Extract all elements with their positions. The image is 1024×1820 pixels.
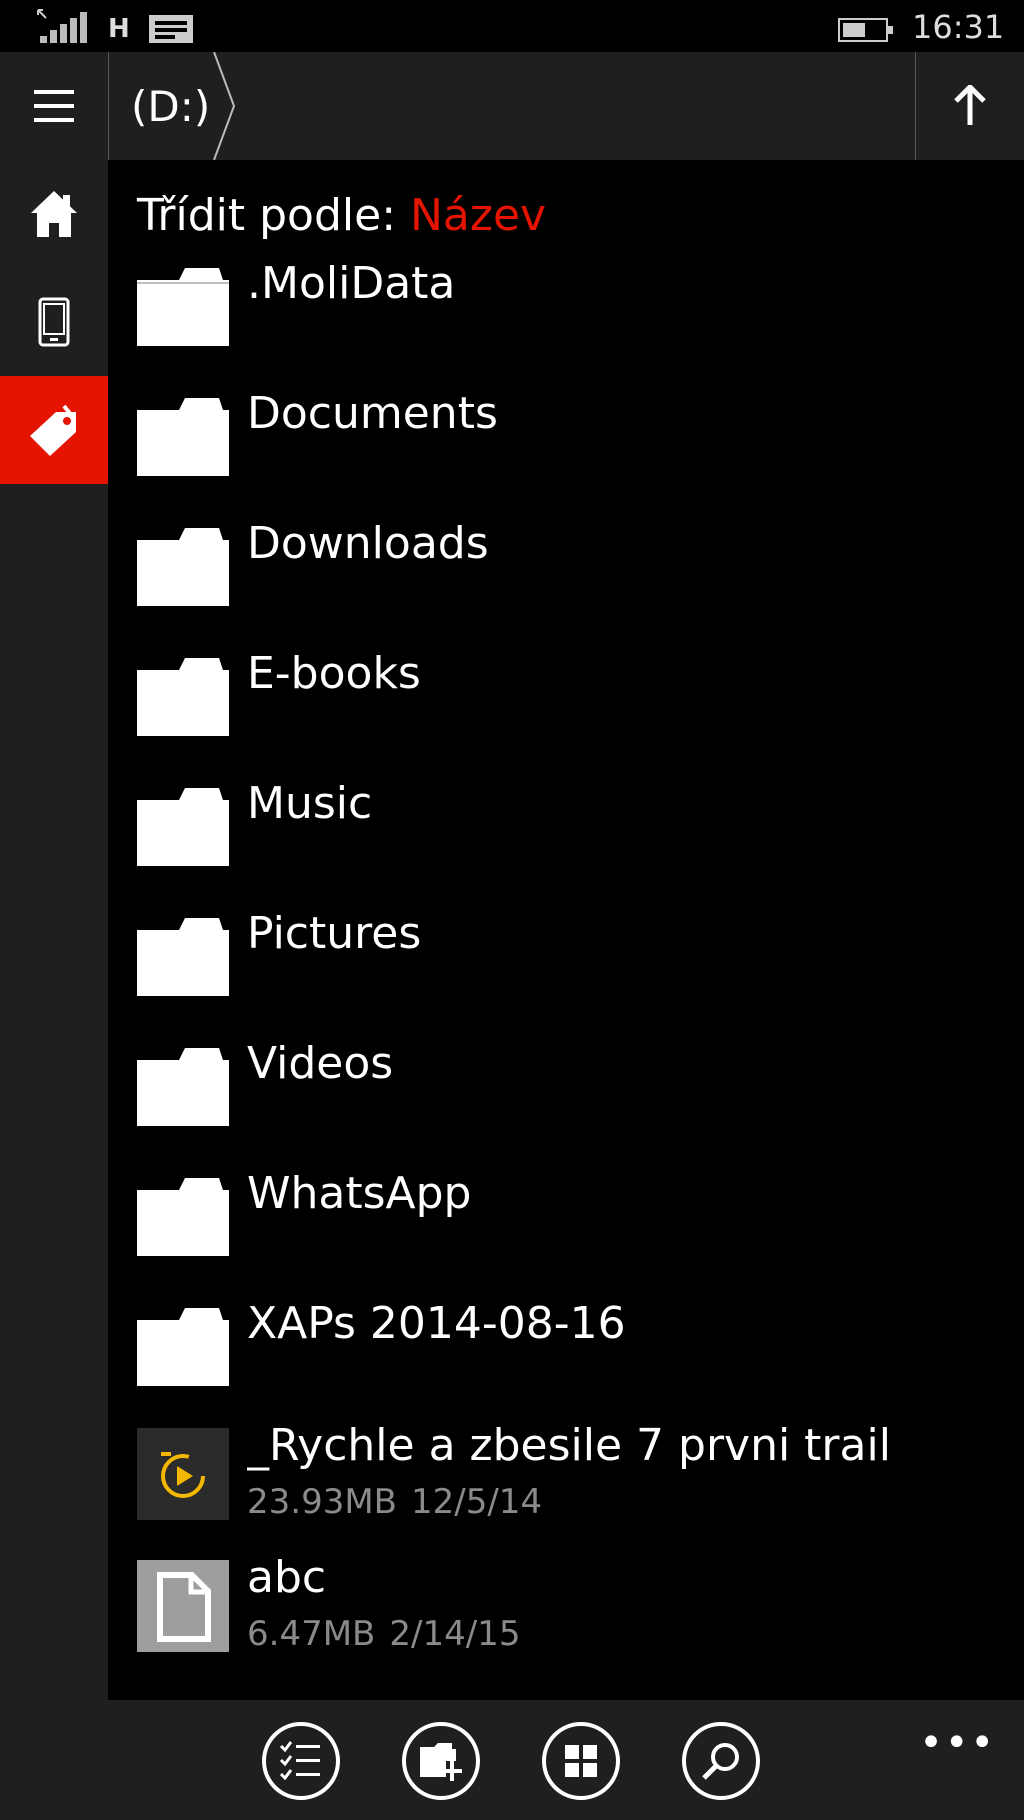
- folder-icon: [137, 268, 229, 346]
- folder-name: Pictures: [247, 908, 422, 959]
- folder-icon: [137, 658, 229, 736]
- checklist-icon: [279, 1741, 320, 1781]
- file-date: 12/5/14: [411, 1482, 543, 1522]
- rail-item-device[interactable]: [0, 268, 108, 376]
- clock: 16:31: [912, 8, 1005, 46]
- file-name: _Rychle a zbesile 7 prvni trailer: [247, 1420, 887, 1471]
- network-type: H: [108, 14, 130, 44]
- phone-icon: [38, 297, 70, 347]
- folder-icon: [137, 1178, 229, 1256]
- home-icon: [31, 191, 77, 237]
- grid-view-icon: [565, 1745, 597, 1777]
- navigation-rail: [0, 160, 108, 1820]
- file-row[interactable]: _Rychle a zbesile 7 prvni trailer 23.93M…: [137, 1420, 1017, 1538]
- file-date: 2/14/15: [389, 1614, 521, 1654]
- breadcrumb-chevron-icon: [213, 52, 236, 160]
- select-items-button[interactable]: [262, 1722, 340, 1800]
- folder-row[interactable]: E-books: [137, 648, 1017, 768]
- folder-row[interactable]: Pictures: [137, 908, 1017, 1028]
- signal-strength-icon: [37, 9, 87, 43]
- app-bar: •••: [108, 1700, 1024, 1820]
- rail-item-tags[interactable]: [0, 376, 108, 484]
- file-size: 6.47MB: [247, 1614, 376, 1654]
- sort-label: Třídit podle:: [137, 190, 397, 241]
- folder-row[interactable]: WhatsApp: [137, 1168, 1017, 1288]
- sort-value[interactable]: Název: [410, 190, 546, 241]
- folder-icon: [137, 1048, 229, 1126]
- search-button[interactable]: [682, 1722, 760, 1800]
- navigate-up-button[interactable]: [915, 52, 1024, 160]
- arrow-up-icon: [954, 85, 986, 125]
- header-bar: (D:): [0, 52, 1024, 160]
- hamburger-icon: [34, 90, 74, 122]
- search-icon: [702, 1743, 739, 1780]
- file-size: 23.93MB: [247, 1482, 397, 1522]
- folder-name: XAPs 2014-08-16: [247, 1298, 626, 1349]
- video-player-icon: [137, 1428, 229, 1520]
- file-name: abc: [247, 1552, 327, 1603]
- folder-icon: [137, 528, 229, 606]
- sort-selector[interactable]: Třídit podle: Název: [137, 190, 546, 241]
- message-icon: [149, 15, 193, 43]
- folder-icon: [137, 918, 229, 996]
- hamburger-menu-button[interactable]: [0, 52, 109, 160]
- file-meta: 6.47MB 2/14/15: [247, 1614, 520, 1654]
- view-mode-button[interactable]: [542, 1722, 620, 1800]
- file-row[interactable]: abc 6.47MB 2/14/15: [137, 1552, 1017, 1670]
- folder-row[interactable]: Videos: [137, 1038, 1017, 1158]
- new-folder-button[interactable]: [402, 1722, 480, 1800]
- folder-name: Documents: [247, 388, 498, 439]
- folder-row[interactable]: .MoliData: [137, 258, 1017, 378]
- file-list: Třídit podle: Název .MoliData Documents …: [108, 160, 1024, 1700]
- folder-name: WhatsApp: [247, 1168, 472, 1219]
- folder-name: Downloads: [247, 518, 489, 569]
- folder-row[interactable]: Documents: [137, 388, 1017, 508]
- folder-row[interactable]: Downloads: [137, 518, 1017, 638]
- breadcrumb-drive[interactable]: (D:): [131, 82, 210, 131]
- folder-row[interactable]: Music: [137, 778, 1017, 898]
- folder-name: E-books: [247, 648, 421, 699]
- folder-name: Music: [247, 778, 373, 829]
- document-icon: [137, 1560, 229, 1652]
- folder-row[interactable]: XAPs 2014-08-16: [137, 1298, 1017, 1418]
- more-options-button[interactable]: •••: [919, 1720, 996, 1766]
- new-folder-icon: [420, 1743, 462, 1781]
- folder-name: .MoliData: [247, 258, 456, 309]
- folder-icon: [137, 788, 229, 866]
- folder-name: Videos: [247, 1038, 394, 1089]
- folder-icon: [137, 1308, 229, 1386]
- battery-icon: [838, 18, 893, 42]
- rail-item-home[interactable]: [0, 160, 108, 268]
- file-meta: 23.93MB 12/5/14: [247, 1482, 542, 1522]
- folder-icon: [137, 398, 229, 476]
- tag-icon: [30, 404, 76, 456]
- status-bar: H 16:31: [0, 0, 1024, 52]
